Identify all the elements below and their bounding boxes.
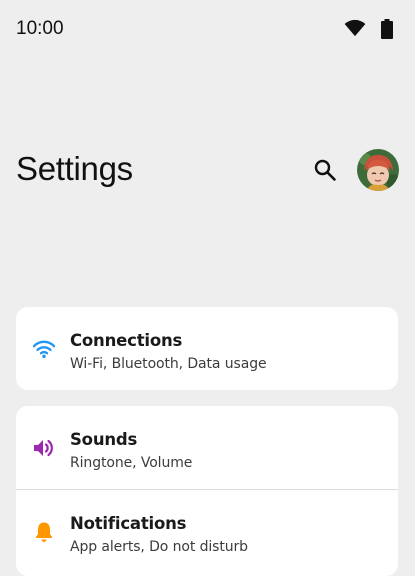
wifi-icon [344, 19, 366, 37]
item-subtitle: Ringtone, Volume [70, 455, 193, 471]
avatar-image [357, 149, 399, 191]
search-icon [314, 159, 336, 181]
item-title: Notifications [70, 514, 187, 533]
item-subtitle: App alerts, Do not disturb [70, 539, 248, 555]
settings-item-connections[interactable]: Connections Wi-Fi, Bluetooth, Data usage [16, 307, 398, 390]
settings-group-sounds: Sounds Ringtone, Volume Notifications Ap… [16, 406, 398, 576]
status-time: 10:00 [16, 18, 64, 39]
page-title: Settings [16, 150, 133, 187]
status-bar: 10:00 [0, 0, 415, 58]
item-title: Connections [70, 331, 183, 350]
settings-item-notifications[interactable]: Notifications App alerts, Do not disturb [16, 489, 398, 573]
settings-group-connections: Connections Wi-Fi, Bluetooth, Data usage [16, 307, 398, 390]
item-subtitle: Wi-Fi, Bluetooth, Data usage [70, 356, 267, 372]
bell-icon [33, 521, 55, 543]
avatar[interactable] [357, 149, 399, 191]
settings-item-sounds[interactable]: Sounds Ringtone, Volume [16, 406, 398, 489]
item-title: Sounds [70, 430, 138, 449]
battery-icon [381, 19, 393, 39]
volume-icon [33, 437, 55, 459]
search-button[interactable] [310, 155, 340, 185]
wifi-icon [33, 338, 55, 360]
